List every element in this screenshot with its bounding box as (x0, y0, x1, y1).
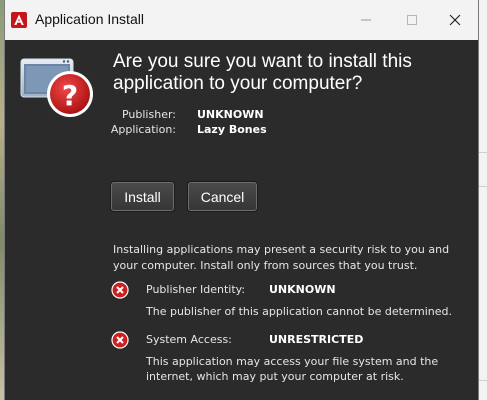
publisher-label: Publisher: (121, 108, 176, 121)
dialog-headline: Are you sure you want to install this ap… (113, 51, 412, 94)
application-value: Lazy Bones (197, 123, 267, 136)
error-x-icon (111, 281, 129, 299)
adobe-air-logo-icon (11, 12, 27, 28)
title-bar[interactable]: Application Install (5, 0, 478, 40)
error-x-icon (111, 331, 129, 349)
install-button[interactable]: Install (111, 182, 174, 211)
maximize-button[interactable] (389, 0, 435, 40)
security-warning-text: Installing applications may present a se… (113, 243, 450, 272)
background-window-edge (479, 0, 487, 400)
system-access-description: This application may access your file sy… (146, 355, 439, 383)
publisher-identity-description: The publisher of this application cannot… (146, 305, 453, 318)
close-button[interactable] (432, 0, 478, 40)
publisher-identity-value: UNKNOWN (269, 283, 336, 296)
system-access-label: System Access: (146, 333, 232, 346)
maximize-icon (407, 15, 417, 25)
minimize-icon (361, 19, 371, 21)
system-access-value: UNRESTRICTED (269, 333, 364, 346)
application-install-dialog: Application Install ? Are you sure you w… (4, 0, 479, 400)
window-title: Application Install (35, 11, 144, 27)
application-label: Application: (110, 123, 176, 136)
publisher-identity-label: Publisher Identity: (146, 283, 246, 296)
publisher-value: UNKNOWN (197, 108, 264, 121)
cancel-button[interactable]: Cancel (188, 182, 257, 211)
minimize-button[interactable] (343, 0, 389, 40)
close-icon (449, 14, 461, 26)
